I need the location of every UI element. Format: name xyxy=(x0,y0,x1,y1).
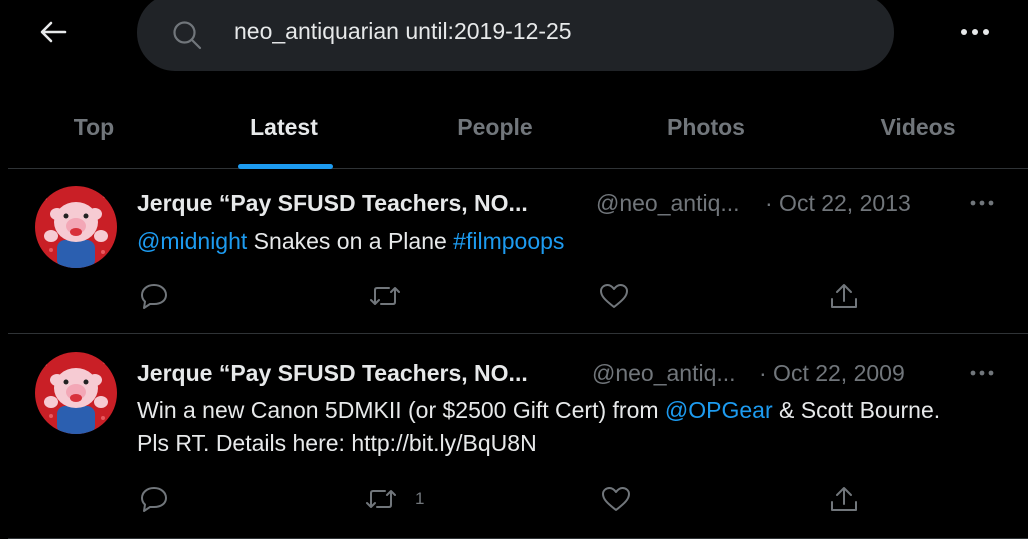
retweet-button[interactable]: 1 xyxy=(365,484,424,514)
tweet-text: Win a new Canon 5DMKII (or $2500 Gift Ce… xyxy=(137,394,967,460)
mention-link[interactable]: @OPGear xyxy=(665,397,773,423)
more-horizontal-icon xyxy=(961,29,989,35)
hashtag-link[interactable]: #filmpoops xyxy=(453,228,564,254)
tab-top[interactable]: Top xyxy=(8,86,180,168)
more-horizontal-icon xyxy=(970,200,994,206)
retweet-count: 1 xyxy=(415,489,425,508)
reply-icon xyxy=(141,487,167,512)
avatar[interactable] xyxy=(35,352,117,434)
tweet-date[interactable]: · Oct 22, 2009 xyxy=(759,360,905,387)
pig-avatar-image xyxy=(35,186,117,268)
display-name[interactable]: Jerque “Pay SFUSD Teachers, NO... xyxy=(137,190,528,216)
tweet-more-button[interactable] xyxy=(965,188,999,218)
tweet[interactable]: Jerque “Pay SFUSD Teachers, NO... @neo_a… xyxy=(8,169,1028,334)
search-input[interactable]: neo_antiquarian until:2019-12-25 xyxy=(234,18,572,45)
share-button[interactable] xyxy=(829,281,859,311)
reply-button[interactable] xyxy=(140,484,186,514)
share-icon xyxy=(831,487,857,511)
reply-button[interactable] xyxy=(140,281,186,311)
more-options-button[interactable] xyxy=(953,14,997,50)
user-handle[interactable]: @neo_antiq... xyxy=(592,360,736,387)
retweet-icon xyxy=(366,490,396,508)
tweet-header: Jerque “Pay SFUSD Teachers, NO... @neo_a… xyxy=(137,360,905,387)
retweet-button[interactable] xyxy=(369,281,419,311)
user-handle[interactable]: @neo_antiq... xyxy=(596,190,740,217)
tweet-text-segment: Snakes on a Plane xyxy=(247,228,454,254)
mention-link[interactable]: @midnight xyxy=(137,228,247,254)
heart-icon xyxy=(600,284,628,308)
search-icon xyxy=(173,21,202,50)
retweet-icon xyxy=(370,287,400,305)
avatar[interactable] xyxy=(35,186,117,268)
tab-photos[interactable]: Photos xyxy=(620,86,792,168)
reply-icon xyxy=(141,284,167,309)
tab-videos[interactable]: Videos xyxy=(832,86,1004,168)
tweet-more-button[interactable] xyxy=(965,358,999,388)
share-button[interactable] xyxy=(829,484,859,514)
tweet-header: Jerque “Pay SFUSD Teachers, NO... @neo_a… xyxy=(137,190,911,217)
tab-people[interactable]: People xyxy=(409,86,581,168)
search-bar[interactable]: neo_antiquarian until:2019-12-25 xyxy=(137,0,894,71)
tweet-text-segment: Win a new Canon 5DMKII (or $2500 Gift Ce… xyxy=(137,397,665,423)
tweet-date[interactable]: · Oct 22, 2013 xyxy=(765,190,911,217)
tweet[interactable]: Jerque “Pay SFUSD Teachers, NO... @neo_a… xyxy=(8,334,1028,539)
back-button[interactable] xyxy=(33,12,73,52)
more-horizontal-icon xyxy=(970,370,994,376)
tweet-actions: 1 xyxy=(8,484,1028,514)
tab-latest[interactable]: Latest xyxy=(198,86,370,168)
share-icon xyxy=(831,284,857,308)
tweet-actions xyxy=(8,281,1028,311)
search-tabs: Top Latest People Photos Videos xyxy=(8,86,1028,169)
like-button[interactable] xyxy=(601,484,649,514)
tweet-text: @midnight Snakes on a Plane #filmpoops xyxy=(137,225,967,258)
like-button[interactable] xyxy=(599,281,647,311)
heart-icon xyxy=(602,487,630,511)
pig-avatar-image xyxy=(35,352,117,434)
arrow-left-icon xyxy=(40,21,67,43)
display-name[interactable]: Jerque “Pay SFUSD Teachers, NO... xyxy=(137,360,528,386)
